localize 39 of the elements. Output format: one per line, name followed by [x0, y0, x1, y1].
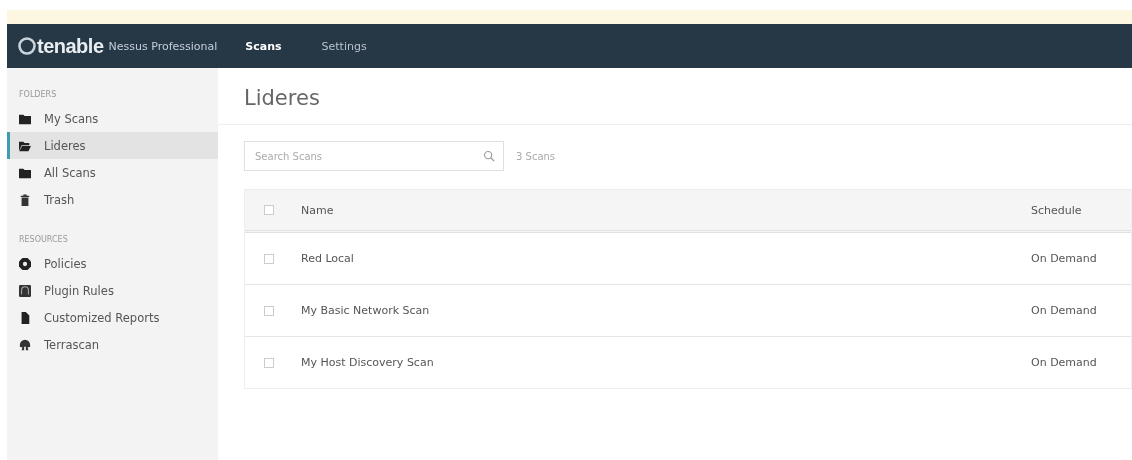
scan-count: 3 Scans	[516, 150, 556, 162]
column-header: Name	[301, 203, 335, 217]
section-heading: RESOURCES	[18, 235, 69, 246]
ring-logo-icon	[17, 36, 37, 56]
row-checkbox[interactable]	[264, 357, 274, 368]
brand-name: tenable	[37, 34, 104, 58]
plugin-icon	[19, 284, 31, 297]
cloud-icon	[19, 338, 31, 351]
sidebar-item[interactable]: Trash	[7, 186, 218, 213]
sidebar-item[interactable]: Policies	[7, 250, 218, 277]
trash-icon	[19, 193, 31, 206]
row-checkbox[interactable]	[264, 253, 274, 264]
table-cell-text: My Host Discovery Scan	[301, 356, 435, 369]
folder-icon	[19, 112, 31, 125]
table-cell-text: On Demand	[1031, 252, 1098, 265]
table-cell-text: On Demand	[1031, 356, 1098, 369]
table-cell-text: My Basic Network Scan	[301, 304, 431, 317]
select-all-checkbox[interactable]	[264, 205, 274, 215]
column-header: Schedule	[1031, 203, 1083, 217]
sidebar-item[interactable]: Terrascan	[7, 331, 218, 358]
folder-icon	[19, 139, 31, 152]
section-heading: FOLDERS	[18, 90, 58, 101]
search-field[interactable]: Search Scans	[244, 141, 504, 171]
table-cell-text: On Demand	[1031, 304, 1098, 317]
product-name: Nessus Professional	[108, 39, 218, 53]
row-checkbox[interactable]	[264, 305, 274, 316]
badge-icon	[19, 257, 31, 270]
table-cell-text: Red Local	[301, 252, 355, 265]
sidebar-item[interactable]: Lideres	[7, 132, 218, 159]
nav-tab[interactable]: Settings	[321, 39, 367, 53]
page-title: Lideres	[218, 68, 1132, 125]
nav-tab[interactable]: Scans	[245, 39, 282, 53]
search-icon	[483, 150, 495, 162]
file-icon	[19, 311, 31, 324]
folder-icon	[19, 166, 31, 179]
sidebar-item[interactable]: Customized Reports	[7, 304, 218, 331]
sidebar-item[interactable]: All Scans	[7, 159, 218, 186]
sidebar-item[interactable]: My Scans	[7, 105, 218, 132]
sidebar-item[interactable]: Plugin Rules	[7, 277, 218, 304]
